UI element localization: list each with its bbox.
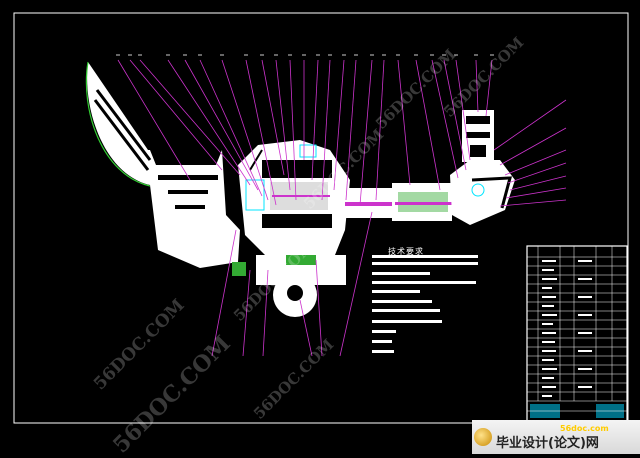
hopper — [85, 61, 246, 276]
parts-list-table — [526, 245, 628, 423]
footer-brand-name[interactable]: 毕业设计(论文)网 — [496, 432, 599, 451]
tech-requirements-title: 技术要求 — [388, 247, 424, 256]
nozzle-head — [450, 110, 515, 225]
globe-logo-icon — [474, 428, 492, 446]
output-shaft — [340, 183, 453, 221]
tech-requirements-text-lines — [372, 255, 478, 353]
